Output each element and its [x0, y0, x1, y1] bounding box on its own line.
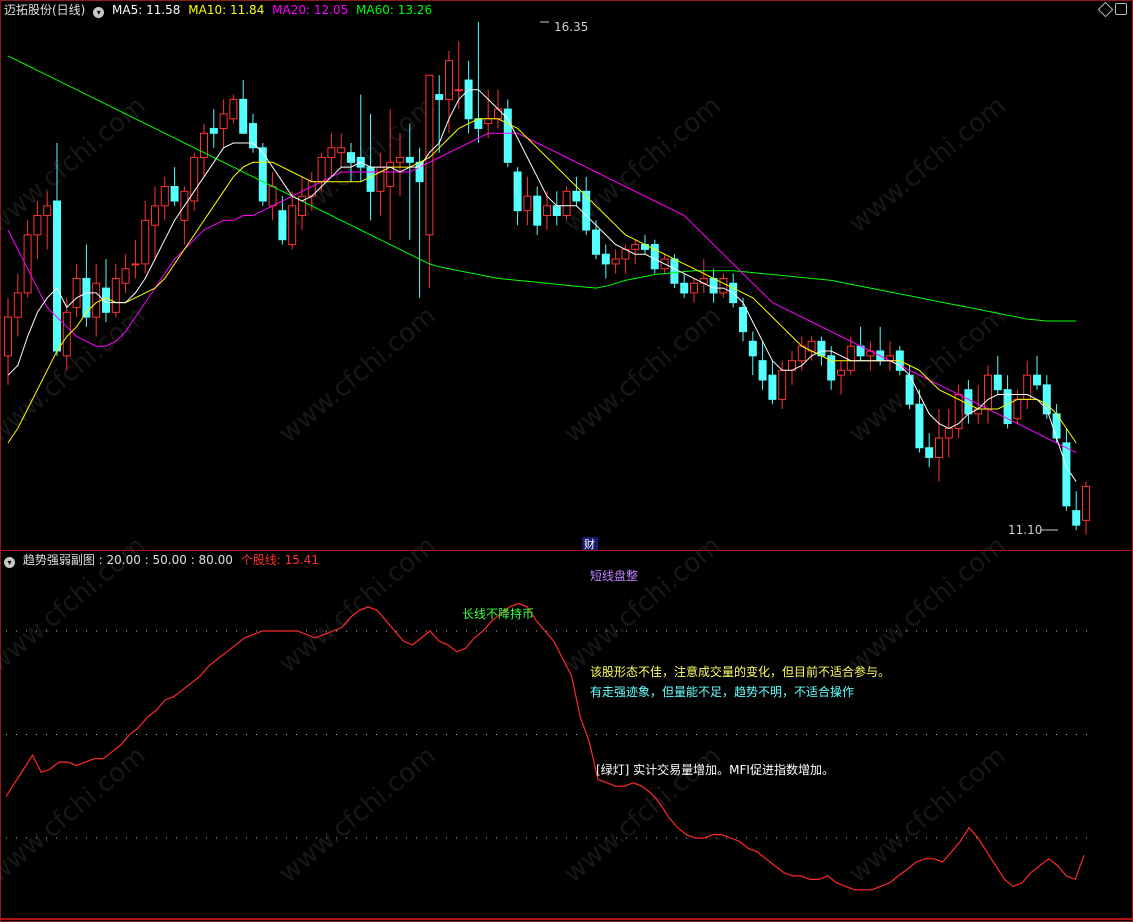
- candle-down: [533, 195, 542, 226]
- candle-down: [817, 340, 826, 357]
- candle-up: [141, 219, 150, 265]
- candle-up: [523, 195, 532, 212]
- candle-up: [160, 185, 169, 207]
- candle-up: [327, 147, 336, 158]
- candle-up: [944, 427, 953, 439]
- candle-up: [386, 161, 395, 187]
- long-line-label: 长线不降持币: [462, 607, 535, 621]
- candle-up: [494, 108, 502, 120]
- candle-up: [317, 156, 326, 183]
- candlestick-chart[interactable]: 16.35 11.10 财: [0, 0, 1133, 550]
- indicator-chart[interactable]: [0, 552, 1133, 918]
- candle-down: [739, 306, 747, 333]
- candle-up: [268, 185, 277, 207]
- candle-down: [405, 156, 414, 163]
- candle-up: [151, 205, 159, 226]
- candle-down: [435, 94, 444, 100]
- candle-up: [984, 374, 992, 410]
- candle-up: [43, 205, 52, 217]
- candle-up: [935, 437, 943, 458]
- candle-down: [1072, 510, 1081, 526]
- candle-down: [572, 190, 581, 202]
- bottom-border: [0, 918, 1133, 920]
- candle-up: [837, 369, 845, 376]
- candle-up: [846, 345, 855, 371]
- candle-up: [454, 89, 463, 92]
- candle-up: [396, 156, 404, 163]
- candle-down: [993, 374, 1002, 391]
- candle-up: [13, 292, 22, 318]
- comment-2: 有走强迹象，但量能不足，趋势不明，不适合操作: [590, 685, 855, 699]
- candle-down: [1033, 374, 1041, 386]
- comment-3: [绿灯] 实计交易量增加。MFI促进指数增加。: [596, 763, 834, 777]
- candle-down: [415, 161, 424, 183]
- candle-down: [552, 205, 561, 217]
- candle-up: [121, 268, 130, 284]
- candle-down: [53, 200, 61, 352]
- candle-up: [484, 118, 493, 125]
- candle-down: [347, 152, 355, 163]
- candle-down: [758, 360, 767, 381]
- candle-down: [366, 166, 375, 192]
- candle-down: [82, 277, 91, 318]
- finance-marker[interactable]: 财: [584, 537, 595, 550]
- candle-down: [278, 210, 287, 241]
- candle-up: [4, 316, 12, 357]
- candle-up: [1013, 398, 1022, 420]
- ma10-line: [7, 118, 1077, 444]
- candle-down: [209, 127, 218, 134]
- candle-up: [1082, 485, 1090, 521]
- candle-up: [92, 282, 101, 318]
- candle-down: [513, 171, 522, 212]
- candle-down: [239, 98, 248, 134]
- candle-down: [670, 258, 679, 284]
- candle-down: [601, 253, 610, 265]
- candle-up: [611, 258, 620, 265]
- candle-up: [111, 277, 120, 313]
- candle-up: [562, 190, 571, 217]
- candle-up: [445, 60, 453, 100]
- candle-down: [582, 190, 591, 231]
- candle-up: [719, 277, 728, 294]
- candle-down: [680, 282, 689, 294]
- stock-line: [5, 602, 1085, 891]
- candle-up: [797, 345, 806, 362]
- candle-up: [298, 195, 306, 217]
- comment-1: 该股形态不佳，注意成交量的变化，但目前不适合参与。: [590, 665, 891, 679]
- candle-up: [778, 369, 787, 400]
- candle-down: [768, 374, 777, 400]
- candle-up: [690, 282, 698, 294]
- candle-down: [915, 403, 924, 449]
- candle-up: [288, 205, 297, 246]
- candle-down: [249, 123, 257, 149]
- candle-up: [337, 147, 346, 154]
- candle-up: [543, 205, 551, 217]
- candle-down: [170, 185, 179, 202]
- candle-down: [748, 340, 757, 357]
- candle-up: [72, 277, 81, 308]
- candle-down: [592, 229, 600, 255]
- candle-up: [229, 98, 238, 120]
- candle-up: [631, 244, 640, 250]
- candle-down: [925, 447, 934, 458]
- candle-up: [219, 113, 228, 129]
- candle-down: [464, 79, 473, 120]
- candle-up: [131, 263, 140, 266]
- candle-down: [709, 277, 718, 294]
- low-price-label: 11.10: [1008, 523, 1042, 537]
- candle-down: [964, 389, 973, 415]
- short-line-label: 短线盘整: [590, 569, 639, 583]
- candle-up: [33, 215, 42, 236]
- high-price-label: 16.35: [554, 20, 588, 34]
- candle-down: [1062, 442, 1071, 507]
